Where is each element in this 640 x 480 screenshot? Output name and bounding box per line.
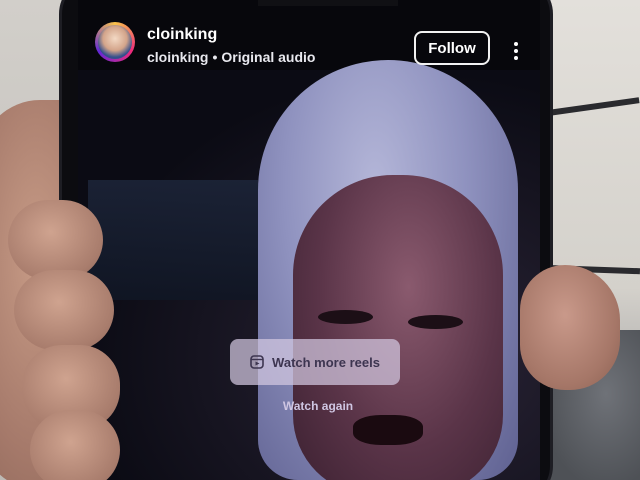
hand-finger-index [8,200,103,280]
audio-separator: • [212,49,218,65]
watch-again-link[interactable]: Watch again [268,399,368,413]
reel-header: cloinking cloinking • Original audio Follo… [78,0,540,70]
video-background-room [88,180,258,300]
profile-avatar[interactable] [95,22,135,62]
hand-finger-middle [14,270,114,350]
phone-screen: cloinking cloinking • Original audio Follo… [78,0,540,480]
audio-owner: cloinking [147,49,209,65]
hand-thumb [520,265,620,390]
avatar-image [98,25,132,59]
audio-link[interactable]: cloinking • Original audio [147,49,315,65]
video-eye-left [318,310,373,324]
username-link[interactable]: cloinking [147,26,217,44]
reels-icon [250,355,264,369]
photo-scene: cloinking cloinking • Original audio Follo… [0,0,640,480]
audio-title: Original audio [221,49,316,65]
watch-more-reels-button[interactable]: Watch more reels [230,339,400,385]
hand-finger-pinky [30,410,120,480]
video-eye-right [408,315,463,329]
more-vertical-icon[interactable] [506,40,526,62]
video-mouth [353,415,423,445]
follow-button[interactable]: Follow [414,31,490,65]
watch-more-reels-label: Watch more reels [272,354,380,370]
